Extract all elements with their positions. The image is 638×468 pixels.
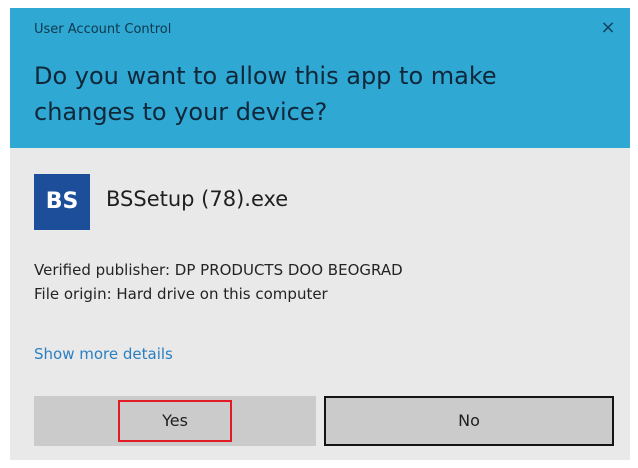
show-more-details-link[interactable]: Show more details [34, 345, 173, 363]
dialog-header: User Account Control × Do you want to al… [10, 8, 630, 148]
dialog-title: User Account Control [34, 22, 172, 37]
yes-button-label: Yes [118, 400, 232, 442]
no-button[interactable]: No [324, 396, 614, 446]
yes-button[interactable]: Yes [34, 396, 316, 446]
app-icon-label: BS [45, 189, 79, 214]
close-button[interactable]: × [596, 16, 620, 40]
uac-dialog: User Account Control × Do you want to al… [10, 8, 630, 460]
app-icon: BS [34, 174, 90, 230]
verified-publisher: Verified publisher: DP PRODUCTS DOO BEOG… [34, 261, 403, 279]
button-bar: Yes No [34, 396, 614, 446]
screenshot-frame: User Account Control × Do you want to al… [0, 0, 638, 468]
file-origin: File origin: Hard drive on this computer [34, 285, 328, 303]
app-info-row: BS BSSetup (78).exe [34, 174, 594, 230]
app-name: BSSetup (78).exe [106, 187, 289, 211]
close-icon: × [600, 17, 616, 38]
permission-question: Do you want to allow this app to make ch… [34, 62, 497, 126]
publisher-info: Verified publisher: DP PRODUCTS DOO BEOG… [34, 258, 403, 306]
